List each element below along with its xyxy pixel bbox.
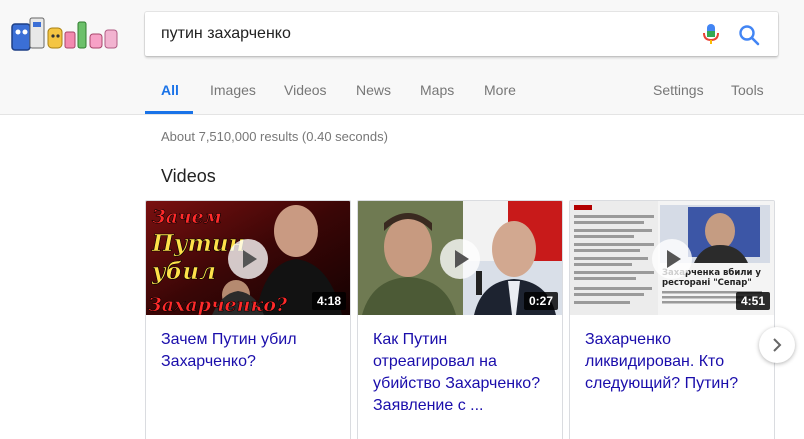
play-icon[interactable]	[228, 239, 268, 279]
tab-all[interactable]: All	[161, 82, 179, 98]
video-thumbnail[interactable]: Захарченка вбили у ресторані "Сепар" 4:5…	[570, 201, 774, 315]
magnifier-icon[interactable]	[737, 23, 761, 47]
carousel-next-button[interactable]	[759, 327, 795, 363]
play-icon[interactable]	[652, 239, 692, 279]
svg-text:убил: убил	[151, 258, 216, 285]
video-title-link[interactable]: Как Путин отреагировал на убийство Захар…	[373, 329, 553, 417]
tab-maps[interactable]: Maps	[420, 82, 454, 98]
video-card[interactable]: Зачем Путин убил Захарченко? 4:18 Зачем …	[145, 200, 351, 439]
chevron-right-icon	[773, 338, 782, 352]
tab-videos[interactable]: Videos	[284, 82, 327, 98]
tools-link[interactable]: Tools	[731, 82, 764, 98]
video-duration: 0:27	[523, 292, 558, 310]
video-title-link[interactable]: Захарченко ликвидирован. Кто следующий? …	[585, 329, 765, 395]
microphone-icon[interactable]	[700, 23, 722, 45]
settings-link[interactable]: Settings	[653, 82, 704, 98]
video-thumbnail[interactable]: 0:27	[358, 201, 562, 315]
tab-images[interactable]: Images	[210, 82, 256, 98]
video-duration: 4:51	[735, 292, 770, 310]
search-box[interactable]	[145, 12, 778, 56]
video-title-link[interactable]: Зачем Путин убил Захарченко?	[161, 329, 341, 373]
doodle-logo[interactable]	[8, 12, 132, 56]
result-stats: About 7,510,000 results (0.40 seconds)	[161, 129, 388, 144]
thumbnail-overlay-text: Зачем	[152, 206, 222, 228]
play-icon[interactable]	[440, 239, 480, 279]
videos-heading: Videos	[161, 166, 216, 186]
video-card[interactable]: Захарченка вбили у ресторані "Сепар" 4:5…	[569, 200, 775, 439]
video-thumbnail[interactable]: Зачем Путин убил Захарченко? 4:18	[146, 201, 350, 315]
video-duration: 4:18	[311, 292, 346, 310]
video-card[interactable]: 0:27 Как Путин отреагировал на убийство …	[357, 200, 563, 439]
header-bar: All Images Videos News Maps More Setting…	[0, 0, 804, 115]
tab-more[interactable]: More	[484, 82, 516, 98]
tab-news[interactable]: News	[356, 82, 391, 98]
active-tab-indicator	[145, 111, 193, 114]
svg-text:Захарченко?: Захарченко?	[148, 294, 288, 315]
search-input[interactable]	[161, 12, 681, 56]
